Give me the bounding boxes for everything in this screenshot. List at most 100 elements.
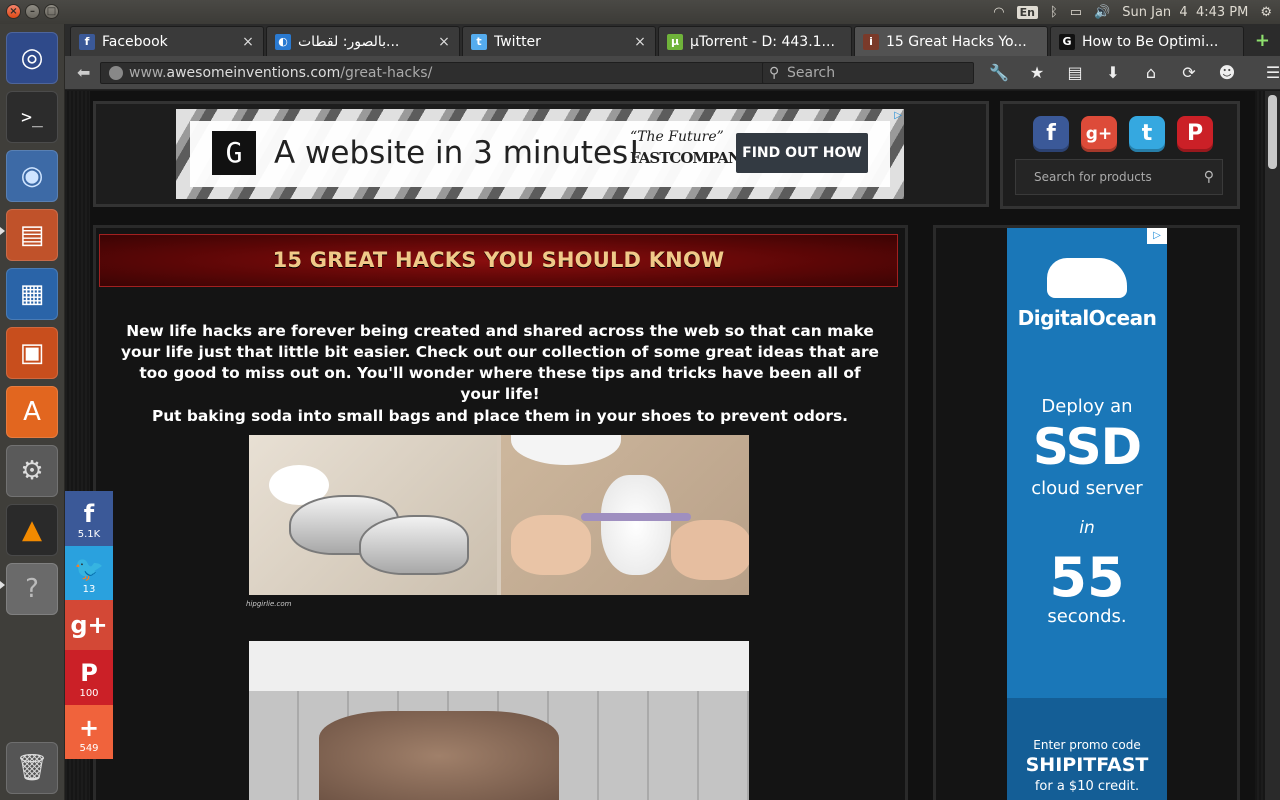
digitalocean-ad[interactable]: ▷ DigitalOcean Deploy an SSD cloud serve… — [1007, 228, 1167, 800]
writer-icon[interactable]: ▦ — [6, 268, 58, 320]
tab-how-to-be-optimistic[interactable]: G How to Be Optimi... — [1050, 26, 1244, 56]
impress-icon[interactable]: ▣ — [6, 327, 58, 379]
trash-icon[interactable]: 🗑 — [6, 742, 58, 794]
shoes-photo — [249, 435, 497, 595]
battery-icon[interactable]: ▭ — [1070, 5, 1082, 20]
search-icon[interactable]: ⚲ — [1204, 160, 1214, 194]
ad-headline: A website in 3 minutes! — [274, 135, 641, 171]
wifi-icon[interactable]: ◠ — [993, 5, 1004, 20]
maximize-window-button[interactable]: □ — [44, 4, 59, 19]
address-bar[interactable]: www.awesomeinventions.com/great-hacks/ ▼… — [100, 62, 822, 84]
ad-cta-button[interactable]: FIND OUT HOW — [736, 133, 868, 173]
twitter-favicon-icon: t — [471, 33, 487, 50]
adchoices-icon[interactable]: ▷ — [894, 110, 902, 121]
wrench-icon[interactable]: 🔧 — [987, 62, 1011, 84]
search-placeholder: Search — [787, 65, 836, 81]
tab-twitter[interactable]: t Twitter × — [462, 26, 656, 56]
tab-arabic-news[interactable]: ◐ بالصور: لقطات... × — [266, 26, 460, 56]
pinterest-icon[interactable]: P — [1177, 116, 1213, 152]
vlc-icon[interactable]: ▲ — [6, 504, 58, 556]
search-input[interactable]: ⚲ Search — [762, 62, 974, 84]
toolbar: 🔧 ★ ▤ ⬇ ⌂ ⟳ ☻ ☰ — [987, 62, 1280, 84]
new-tab-button[interactable]: + — [1255, 30, 1270, 51]
ad-ssd-text: SSD — [1032, 418, 1142, 476]
bluetooth-icon[interactable]: ᛒ — [1050, 5, 1058, 20]
hand-shape — [511, 515, 591, 575]
page-scrollbar[interactable] — [1265, 91, 1280, 800]
share-google-plus-button[interactable]: g+ — [65, 600, 113, 650]
terminal-icon[interactable]: >_ — [6, 91, 58, 143]
tab-title: Twitter — [494, 33, 541, 50]
scrollbar-thumb[interactable] — [1268, 95, 1277, 169]
tab-close-icon[interactable]: × — [239, 34, 257, 50]
google-plus-icon[interactable]: g+ — [1081, 116, 1117, 152]
google-plus-icon: g+ — [70, 611, 108, 639]
clock[interactable]: Sun Jan 4 4:43 PM — [1122, 5, 1248, 20]
share-twitter-button[interactable]: 🐦 13 — [65, 546, 113, 600]
facebook-icon[interactable]: f — [1033, 116, 1069, 152]
menu-icon[interactable]: ☰ — [1261, 62, 1280, 84]
shelf-shape — [249, 641, 749, 691]
software-center-icon[interactable]: A — [6, 386, 58, 438]
share-count: 100 — [79, 688, 99, 699]
chat-icon[interactable]: ☻ — [1215, 62, 1239, 84]
minimize-window-button[interactable]: – — [25, 4, 40, 19]
share-facebook-button[interactable]: f 5.1K — [65, 491, 113, 546]
system-settings-icon[interactable]: ⚙ — [6, 445, 58, 497]
url-path: /great-hacks/ — [340, 65, 433, 81]
share-pinterest-button[interactable]: P 100 — [65, 650, 113, 705]
digitalocean-cloud-icon — [1047, 258, 1127, 298]
keyboard-lang-indicator[interactable]: En — [1016, 5, 1038, 19]
ad-number: 55 — [1049, 546, 1125, 609]
running-indicator — [0, 581, 5, 589]
news-favicon-icon: ◐ — [275, 33, 291, 50]
top-banner-ad[interactable]: G A website in 3 minutes! “The Future” F… — [176, 109, 904, 199]
system-tray: ◠ En ᛒ ▭ 🔊 Sun Jan 4 4:43 PM ⚙ — [993, 0, 1280, 24]
site-identity-icon[interactable] — [109, 66, 123, 80]
close-window-button[interactable]: × — [6, 4, 21, 19]
plus-icon: + — [78, 714, 100, 742]
twitter-icon[interactable]: t — [1129, 116, 1165, 152]
sachet-shape — [601, 475, 671, 575]
sachet-photo — [501, 435, 749, 595]
ubuntu-dash-icon[interactable]: ◎ — [6, 32, 58, 84]
burlap-object-shape — [319, 711, 559, 800]
tab-utorrent[interactable]: µ µTorrent - D: 443.1... — [658, 26, 852, 56]
top-panel: × – □ ◠ En ᛒ ▭ 🔊 Sun Jan 4 4:43 PM ⚙ — [0, 0, 1280, 24]
url-prefix: www. — [129, 65, 167, 81]
window-controls: × – □ — [6, 4, 59, 19]
facebook-icon: f — [83, 500, 95, 528]
volume-icon[interactable]: 🔊 — [1094, 5, 1110, 20]
adchoices-icon[interactable]: ▷ — [1147, 228, 1167, 244]
tab-close-icon[interactable]: × — [435, 34, 453, 50]
product-search-input[interactable]: Search for products ⚲ — [1015, 159, 1223, 195]
baking-soda-shoes-image[interactable] — [249, 435, 749, 595]
share-count: 5.1K — [77, 529, 101, 540]
launcher: ◎ >_ ◉ ▤ ▦ ▣ A ⚙ ▲ ? 🗑 — [0, 24, 65, 800]
tab-title: 15 Great Hacks Yo... — [886, 33, 1027, 50]
google-favicon-icon: G — [1059, 33, 1075, 50]
ad-deploy-text: Deploy an — [1041, 396, 1133, 417]
bookmark-star-icon[interactable]: ★ — [1025, 62, 1049, 84]
tab-title: Facebook — [102, 33, 168, 50]
tab-facebook[interactable]: f Facebook × — [70, 26, 264, 56]
share-more-button[interactable]: + 549 — [65, 705, 113, 759]
ad-promo-label: Enter promo code — [1033, 738, 1141, 752]
social-links-box: f g+ t P Search for products ⚲ — [1000, 101, 1240, 209]
back-arrow-icon[interactable]: ⬅ — [77, 63, 90, 82]
download-icon[interactable]: ⬇ — [1101, 62, 1125, 84]
clipboard-icon[interactable]: ▤ — [1063, 62, 1087, 84]
chromium-icon[interactable]: ◉ — [6, 150, 58, 202]
help-icon[interactable]: ? — [6, 563, 58, 615]
tab-close-icon[interactable]: × — [631, 34, 649, 50]
running-indicator — [0, 227, 5, 235]
ad-in-text: in — [1079, 518, 1095, 538]
power-gear-icon[interactable]: ⚙ — [1260, 5, 1272, 20]
tab-great-hacks[interactable]: i 15 Great Hacks Yo... — [854, 26, 1048, 56]
tab-title: µTorrent - D: 443.1... — [690, 33, 835, 50]
home-icon[interactable]: ⌂ — [1139, 62, 1163, 84]
sync-icon[interactable]: ⟳ — [1177, 62, 1201, 84]
files-icon[interactable]: ▤ — [6, 209, 58, 261]
utorrent-favicon-icon: µ — [667, 33, 683, 50]
second-hack-image[interactable] — [249, 641, 749, 800]
